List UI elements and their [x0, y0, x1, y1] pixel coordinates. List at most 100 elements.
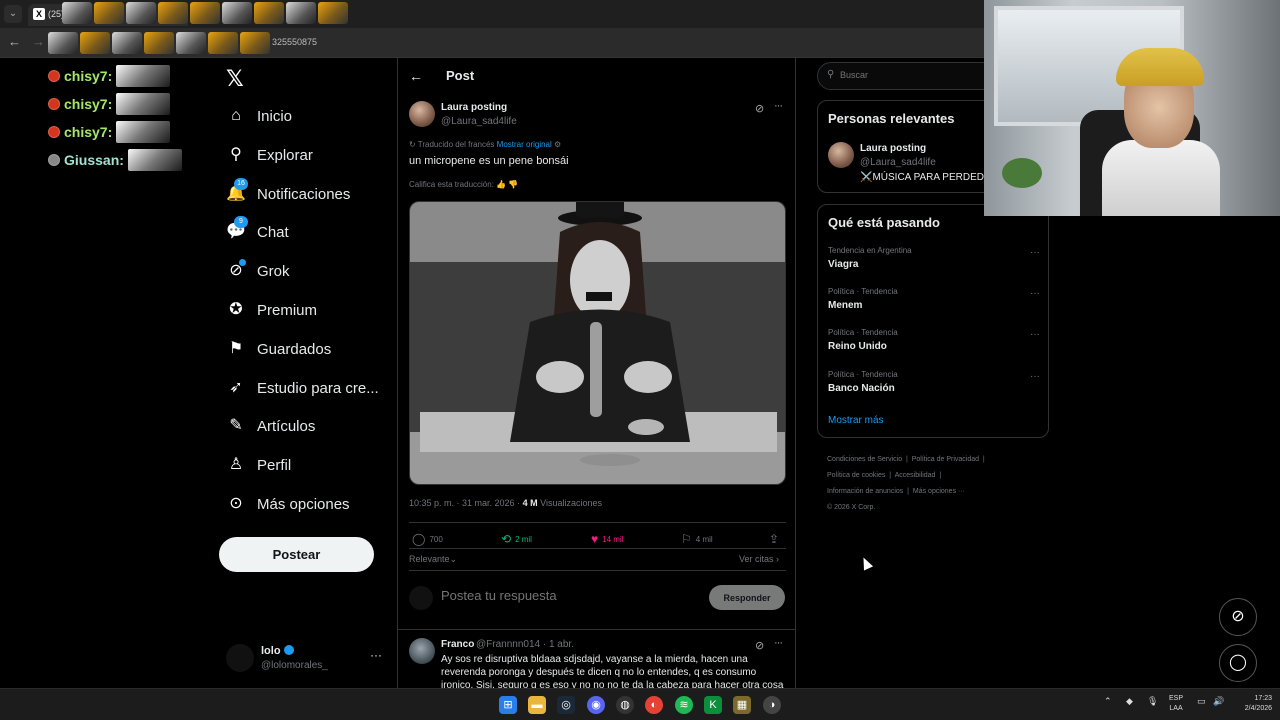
- translate-icon: ↻: [409, 140, 418, 149]
- x-logo-icon[interactable]: 𝕏: [226, 66, 244, 92]
- grok-explain-icon[interactable]: ⊘: [755, 102, 764, 115]
- trend-item[interactable]: Política · Tendencia Banco Nación ···: [828, 370, 1040, 404]
- more-icon[interactable]: ···: [1030, 371, 1040, 382]
- comment-author-handle[interactable]: @Frannnn014 · 1 abr.: [476, 639, 574, 650]
- nav-item-premium[interactable]: ✪ Premium: [226, 297, 317, 323]
- relevant-person-avatar[interactable]: [828, 142, 854, 168]
- nav-label: Grok: [257, 262, 290, 280]
- show-more-link[interactable]: Mostrar más: [828, 415, 884, 426]
- search-input[interactable]: [840, 70, 990, 80]
- grok-explain-icon[interactable]: ⊘: [755, 639, 764, 652]
- tweet-media-image[interactable]: [409, 201, 786, 485]
- browser-back-icon[interactable]: ←: [8, 34, 21, 49]
- account-switcher[interactable]: lolo @lolomorales_ ···: [226, 642, 386, 676]
- nav-item-inicio[interactable]: ⌂ Inicio: [226, 103, 292, 129]
- more-icon[interactable]: ···: [774, 637, 783, 649]
- translated-from: Traducido del francés: [417, 140, 495, 149]
- webcam-person-cap: [1116, 48, 1204, 86]
- thumbs-down-icon[interactable]: 👎: [508, 180, 518, 189]
- cookies-link[interactable]: Política de cookies: [827, 472, 885, 479]
- nav-label: Artículos: [257, 417, 316, 435]
- microphone-icon[interactable]: 🎙: [1147, 696, 1158, 707]
- spotify-icon[interactable]: ≋: [675, 696, 693, 714]
- nav-label: Inicio: [257, 107, 293, 125]
- comment-avatar[interactable]: [409, 638, 435, 664]
- bookmark-action[interactable]: ⚐ 4 mil: [681, 532, 713, 546]
- repost-action[interactable]: ⟲ 2 mil: [501, 532, 532, 546]
- privacy-link[interactable]: Política de Privacidad: [912, 456, 979, 463]
- nav-item-chat[interactable]: 💬 9 Chat: [226, 216, 289, 245]
- nav-label: Premium: [257, 301, 318, 319]
- share-action[interactable]: ⇪: [769, 532, 783, 546]
- nav-item-perfil[interactable]: ♙ Perfil: [226, 452, 291, 478]
- author-handle[interactable]: @Laura_sad4life: [441, 116, 517, 127]
- post-button[interactable]: Postear: [219, 537, 374, 572]
- discord-icon[interactable]: ◉: [587, 696, 605, 714]
- steam-icon[interactable]: ◎: [557, 696, 575, 714]
- like-action[interactable]: ♥ 14 mil: [591, 532, 623, 546]
- comment-author-name[interactable]: Franco: [441, 639, 474, 650]
- app-icon[interactable]: ◑: [763, 696, 781, 714]
- url-text[interactable]: 325550875: [272, 37, 317, 47]
- obs-icon[interactable]: ◍: [616, 696, 634, 714]
- view-quotes-link[interactable]: Ver citas ›: [739, 554, 779, 564]
- kick-icon[interactable]: K: [704, 696, 722, 714]
- more-icon[interactable]: ···: [1030, 247, 1040, 258]
- nav-item-estudio[interactable]: ➶ Estudio para cre...: [226, 375, 378, 401]
- show-original-link[interactable]: Mostrar original: [497, 140, 552, 149]
- trend-name: Banco Nación: [828, 383, 895, 394]
- system-clock[interactable]: 17:23 2/4/2026: [1232, 694, 1272, 714]
- tray-chevron-icon[interactable]: ⌃: [1104, 696, 1112, 707]
- messages-fab-icon[interactable]: ◯: [1219, 644, 1257, 682]
- accessibility-link[interactable]: Accesibilidad: [895, 472, 936, 479]
- nav-item-guardados[interactable]: ⚑ Guardados: [226, 336, 331, 362]
- more-icon[interactable]: ···: [774, 100, 783, 112]
- stream-emote-overlay-2: [48, 32, 270, 56]
- nav-item-articulos[interactable]: ✎ Artículos: [226, 413, 315, 439]
- network-icon[interactable]: ▭: [1197, 696, 1206, 707]
- reply-button[interactable]: Responder: [709, 585, 785, 610]
- sort-dropdown[interactable]: Relevante⌄: [409, 554, 457, 565]
- tweet-timestamp[interactable]: 10:35 p. m. · 31 mar. 2026 ·: [409, 498, 520, 508]
- volume-icon[interactable]: 🔊: [1213, 696, 1224, 707]
- reply-action[interactable]: ◯ 700: [412, 532, 443, 546]
- nav-item-grok[interactable]: ⊘ Grok: [226, 258, 290, 284]
- tray-app-icon[interactable]: ◆: [1126, 696, 1133, 707]
- settings-icon[interactable]: ⚙: [554, 140, 561, 149]
- trend-item[interactable]: Política · Tendencia Reino Unido ···: [828, 328, 1040, 362]
- game-icon[interactable]: ▦: [733, 696, 751, 714]
- nav-item-notificaciones[interactable]: 🔔 16 Notificaciones: [226, 178, 350, 207]
- more-options-link[interactable]: Más opciones ···: [913, 488, 965, 495]
- search-box[interactable]: ⚲: [817, 62, 997, 90]
- ads-info-link[interactable]: Información de anuncios: [827, 488, 903, 495]
- chat-badge-icon: [48, 70, 60, 82]
- chat-emote: [116, 65, 171, 87]
- relevant-person-handle[interactable]: @Laura_sad4life: [860, 157, 936, 168]
- tab-list-chevron-icon[interactable]: ⌄: [4, 5, 22, 23]
- terms-link[interactable]: Condiciones de Servicio: [827, 456, 902, 463]
- notification-count-badge: 16: [234, 178, 248, 190]
- more-icon[interactable]: ···: [1030, 288, 1040, 299]
- nav-label: Más opciones: [257, 495, 350, 513]
- start-icon[interactable]: ⊞: [499, 696, 517, 714]
- more-icon[interactable]: ···: [370, 648, 382, 662]
- trend-item[interactable]: Tendencia en Argentina Viagra ···: [828, 246, 1040, 280]
- reply-input[interactable]: [441, 588, 701, 603]
- nav-item-explorar[interactable]: ⚲ Explorar: [226, 142, 313, 168]
- trend-item[interactable]: Política · Tendencia Menem ···: [828, 287, 1040, 321]
- browser-forward-icon[interactable]: →: [32, 34, 45, 49]
- author-avatar[interactable]: [409, 101, 435, 127]
- nav-item-mas-opciones[interactable]: ⊙ Más opciones: [226, 491, 350, 517]
- chrome-icon[interactable]: ◐: [645, 696, 663, 714]
- relevant-person-bio: ⚔️MÚSICA PARA PERDEDO: [860, 172, 992, 183]
- grok-fab-icon[interactable]: ⊘: [1219, 598, 1257, 636]
- relevant-person-name[interactable]: Laura posting: [860, 143, 926, 154]
- thumbs-up-icon[interactable]: 👍: [496, 180, 506, 189]
- author-name[interactable]: Laura posting: [441, 102, 507, 113]
- avatar: [409, 586, 433, 610]
- language-indicator[interactable]: ESP LAA: [1169, 694, 1183, 714]
- file-explorer-icon[interactable]: ▬: [528, 696, 546, 714]
- x-favicon-icon: X: [33, 8, 45, 20]
- more-icon[interactable]: ···: [1030, 329, 1040, 340]
- back-arrow-icon[interactable]: ←: [409, 68, 423, 84]
